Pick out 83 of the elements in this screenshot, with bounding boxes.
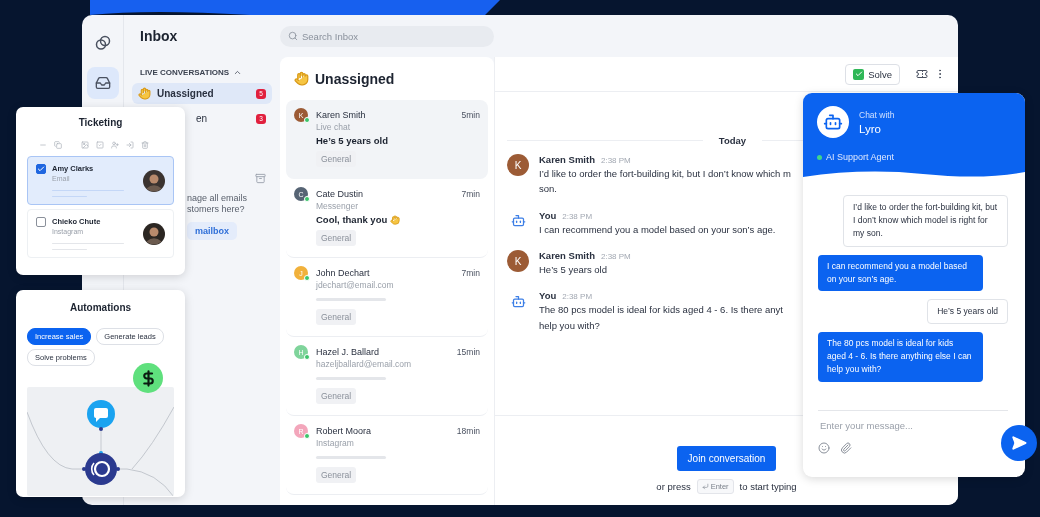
tag: General	[316, 388, 357, 404]
contact-name: John Dechart	[316, 267, 371, 280]
status-text: AI Support Agent	[826, 152, 895, 162]
toolbar-icon[interactable]	[141, 141, 149, 149]
bot-icon	[510, 293, 526, 309]
bot-icon	[817, 106, 849, 138]
search-field[interactable]: Search Inbox	[280, 25, 494, 47]
contact-name: Hazel J. Ballard	[316, 346, 381, 359]
channel-label: Live chat	[316, 122, 351, 132]
message-preview: He’s 5 years old	[316, 135, 388, 146]
tag: General	[316, 230, 357, 246]
search-icon	[288, 31, 298, 41]
toolbar-icon[interactable]	[81, 141, 89, 149]
time-label: 7min	[461, 188, 480, 201]
dollar-icon	[133, 363, 163, 393]
card-title: Automations	[68, 302, 133, 313]
page-title: Inbox	[139, 28, 179, 44]
contact-name: Cate Dustin	[316, 188, 365, 201]
widget-caption: Chat with	[859, 109, 895, 120]
tag: General	[316, 467, 357, 483]
message-text: He’s 5 years old	[539, 264, 608, 277]
channel-label: hazeljballard@email.com	[316, 359, 412, 369]
message-text: son.	[539, 183, 558, 196]
avatar: K	[507, 250, 529, 273]
message-text: help you with?	[539, 319, 601, 333]
section-heading: LIVE CONVERSATIONS	[140, 68, 230, 77]
contact-name: Robert Moora	[316, 425, 373, 438]
contact-name: Karen Smith	[316, 109, 367, 122]
bot-name: Lyro	[859, 122, 882, 135]
message-text: The 80 pcs model is ideal for kids aged 4 - 6. Is there anyt	[539, 304, 783, 317]
channel-label: jdechart@email.com	[316, 280, 394, 290]
channel-label: Instagram	[316, 438, 354, 448]
message-preview: Cool, thank you	[316, 214, 388, 225]
toolbar-icon[interactable]	[54, 141, 62, 149]
checkbox[interactable]	[36, 164, 46, 174]
chat-bubble: He’s 5 years old	[927, 298, 1008, 325]
author-name: Karen Smith	[539, 154, 595, 165]
send-icon	[1011, 435, 1027, 451]
time-label: 15min	[456, 346, 480, 359]
checkbox[interactable]	[36, 217, 46, 227]
bot-icon	[510, 213, 526, 229]
ticket-icon[interactable]	[916, 68, 928, 80]
card-title: Ticketing	[77, 117, 124, 128]
time-label: 18min	[456, 425, 480, 438]
attach-icon[interactable]	[840, 442, 852, 454]
author-name: You	[539, 290, 557, 302]
chevron-up-icon[interactable]	[233, 68, 243, 77]
message-time: 2:38 PM	[600, 252, 631, 262]
list-title: Unassigned	[315, 70, 395, 87]
check-icon	[854, 70, 863, 78]
inbox-icon[interactable]	[86, 67, 119, 99]
message-time: 2:38 PM	[600, 156, 631, 165]
channel-label: Messenger	[316, 201, 359, 211]
message-time: 2:38 PM	[562, 211, 593, 221]
archive-icon	[255, 173, 266, 184]
chat-bubble: I can recommend you a model based on your son’s age.	[818, 254, 983, 291]
date-divider: Today	[718, 135, 747, 146]
solve-button[interactable]: Solve	[845, 63, 900, 85]
avatar: K	[507, 154, 529, 176]
avatar-icon	[143, 222, 165, 245]
send-button[interactable]	[1001, 425, 1037, 461]
message-time: 2:38 PM	[562, 292, 593, 302]
tag: General	[316, 309, 357, 325]
message-text: I’d like to order the fort-building kit, but I don’t know which m	[539, 168, 791, 181]
chat-bubble: The 80 pcs model is ideal for kids aged 4 - 6. Is there anything else I can help you with?	[818, 332, 983, 382]
author-name: Karen Smith	[539, 250, 595, 262]
promo-text: nage all emails stomers here?	[187, 193, 248, 215]
hint-text: or press	[656, 481, 691, 492]
time-label: 5min	[461, 109, 480, 122]
message-text: I can recommend you a model based on your son’s age.	[539, 223, 776, 237]
time-label: 7min	[461, 267, 480, 280]
mailbox-button[interactable]: mailbox	[187, 221, 237, 240]
hint-text: to start typing	[739, 481, 797, 492]
emoji-icon[interactable]	[818, 442, 830, 454]
waving-hand-icon	[294, 71, 309, 86]
toolbar-icon[interactable]	[111, 141, 119, 149]
chat-bubble: I’d like to order the fort-building kit, but I don’t know which model is right for my son.	[843, 195, 1008, 247]
author-name: You	[539, 209, 557, 221]
toolbar-icon[interactable]	[126, 141, 134, 149]
avatar-icon	[143, 169, 165, 192]
return-icon	[701, 483, 709, 490]
join-button[interactable]: Join conversation	[676, 446, 777, 471]
toolbar-icon[interactable]	[96, 141, 104, 149]
